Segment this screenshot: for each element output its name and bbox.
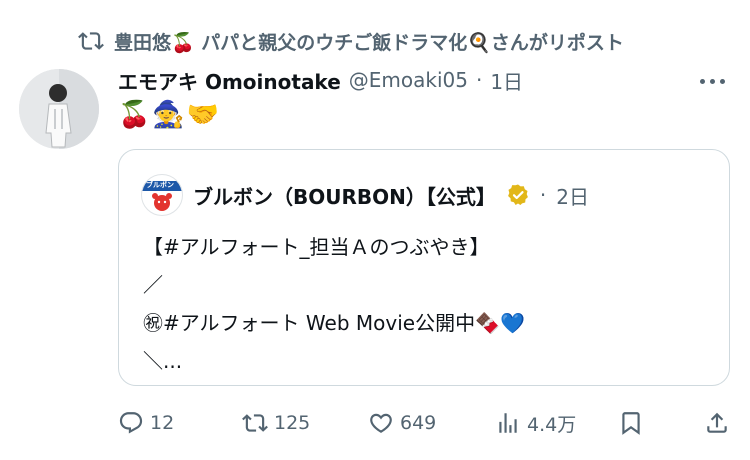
repost-icon <box>242 414 268 432</box>
more-dot <box>699 78 705 84</box>
reply-icon <box>119 412 143 434</box>
quote-line: ／ <box>143 273 163 297</box>
more-dot <box>719 78 725 84</box>
avatar[interactable] <box>19 69 99 149</box>
views-chart-icon <box>499 413 517 433</box>
like-button[interactable]: 649 <box>368 405 436 441</box>
views-count: 4.4万 <box>527 413 577 436</box>
verified-badge-icon <box>507 184 528 205</box>
post-time[interactable]: 1日 <box>490 66 523 95</box>
repost-button[interactable]: 125 <box>242 405 310 441</box>
quote-header: ブルボン ブルボン（BOURBON）【公式】 · 2日 <box>141 174 589 216</box>
bookmark-button[interactable] <box>618 405 644 441</box>
quote-author-name[interactable]: ブルボン（BOURBON）【公式】 <box>193 181 496 210</box>
quote-text: 【#アルフォート_担当Ａのつぶやき】 ／ ㊗#アルフォート Web Movie公… <box>143 228 525 380</box>
author-handle[interactable]: @Emoaki05 <box>349 68 468 92</box>
reply-button[interactable]: 12 <box>118 405 174 441</box>
quote-time[interactable]: 2日 <box>556 181 589 210</box>
quote-line: 【#アルフォート_担当Ａのつぶやき】 <box>143 235 490 259</box>
repost-line[interactable]: 豊田悠🍒 パパと親父のウチご飯ドラマ化🍳さんがリポスト <box>78 22 624 60</box>
bourbon-logo[interactable]: ブルボン <box>141 174 183 216</box>
post-text: 🍒🧙🤝 <box>118 100 222 130</box>
bookmark-icon <box>622 412 640 435</box>
more-options-button[interactable] <box>694 66 730 96</box>
repost-text: 豊田悠🍒 パパと親父のウチご飯ドラマ化🍳さんがリポスト <box>114 31 624 54</box>
quoted-post[interactable]: ブルボン ブルボン（BOURBON）【公式】 · 2日 【#アルフォート_担当Ａ… <box>118 149 730 386</box>
author-name[interactable]: エモアキ Omoinotake <box>118 66 341 95</box>
meta-separator: · <box>475 68 483 92</box>
heart-icon <box>370 413 392 433</box>
share-button[interactable] <box>704 405 730 441</box>
reply-count: 12 <box>150 412 175 434</box>
post-header: エモアキ Omoinotake @Emoaki05 · 1日 <box>118 63 523 97</box>
action-bar: 12 125 649 4.4万 <box>118 405 730 441</box>
views-button[interactable]: 4.4万 <box>495 405 576 441</box>
repost-count: 125 <box>274 412 311 434</box>
like-count: 649 <box>400 412 437 434</box>
quote-line: ＼... <box>143 349 183 373</box>
repost-icon <box>78 32 104 50</box>
more-dot <box>709 78 715 84</box>
quote-line: ㊗#アルフォート Web Movie公開中🍫💙 <box>143 311 525 335</box>
quote-separator: · <box>539 183 547 207</box>
share-icon <box>707 412 727 433</box>
